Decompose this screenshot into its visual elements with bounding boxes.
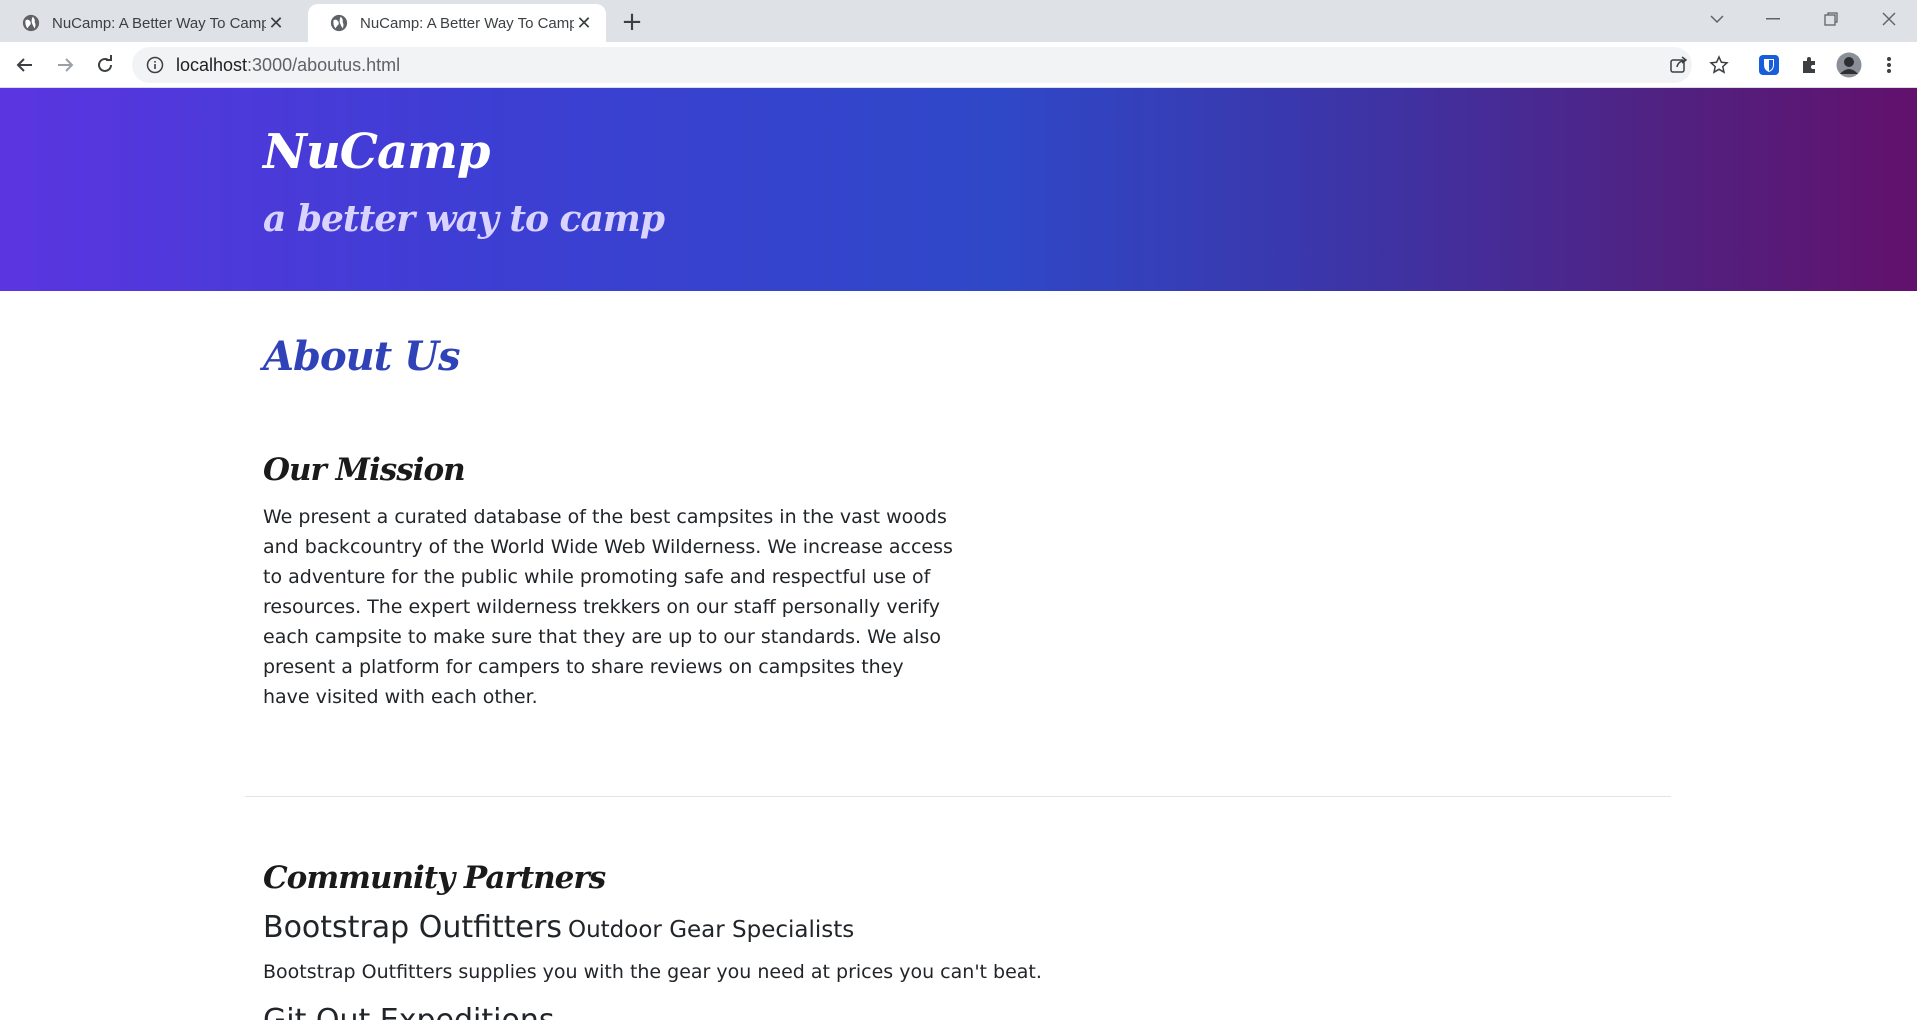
mission-heading: Our Mission (263, 452, 466, 488)
section-divider (245, 796, 1671, 797)
restore-icon[interactable] (1816, 6, 1846, 32)
header-jumbotron: NuCamp a better way to camp (0, 88, 1917, 291)
reload-icon[interactable] (90, 50, 120, 80)
browser-tab-strip: NuCamp: A Better Way To Camp ✕ NuCamp: A… (0, 0, 1917, 42)
bitwarden-extension-icon[interactable] (1756, 52, 1782, 78)
partners-heading: Community Partners (263, 860, 606, 896)
mission-paragraph: We present a curated database of the bes… (263, 506, 953, 708)
tab-title: NuCamp: A Better Way To Camp (360, 14, 574, 32)
partner-tagline: Outdoor Gear Specialists (567, 917, 855, 943)
menu-icon[interactable] (1876, 52, 1902, 78)
address-path: :3000/aboutus.html (247, 54, 401, 75)
partner-heading: Bootstrap Outfitters Outdoor Gear Special… (263, 910, 854, 945)
address-bar[interactable]: localhost:3000/aboutus.html (132, 47, 1692, 83)
extensions-icon[interactable] (1796, 52, 1822, 78)
tab-title: NuCamp: A Better Way To Camp (52, 14, 266, 32)
bookmark-star-icon[interactable] (1706, 52, 1732, 78)
brand-title: NuCamp (263, 124, 490, 180)
partner-name: Bootstrap Outfitters (263, 910, 562, 945)
browser-tab-active[interactable]: NuCamp: A Better Way To Camp ✕ (308, 4, 606, 42)
partner-description: Bootstrap Outfitters supplies you with t… (263, 961, 1042, 983)
browser-tab[interactable]: NuCamp: A Better Way To Camp ✕ (0, 4, 298, 42)
minimize-icon[interactable] (1758, 6, 1788, 32)
share-icon[interactable] (1666, 52, 1692, 78)
back-icon[interactable] (10, 50, 40, 80)
info-icon[interactable] (146, 56, 164, 74)
page-viewport: NuCamp a better way to camp About Us Our… (0, 88, 1917, 1020)
close-icon[interactable]: ✕ (266, 13, 286, 33)
forward-icon[interactable] (50, 50, 80, 80)
address-host: localhost (176, 54, 248, 75)
tab-search-icon[interactable] (1702, 6, 1732, 32)
page-title: About Us (263, 333, 461, 380)
globe-icon (330, 14, 348, 32)
new-tab-button[interactable]: + (618, 7, 646, 37)
close-window-icon[interactable] (1874, 6, 1904, 32)
close-icon[interactable]: ✕ (574, 13, 594, 33)
partner-name: Git Out Expeditions (263, 1003, 555, 1020)
browser-toolbar: localhost:3000/aboutus.html (0, 42, 1917, 88)
globe-icon (22, 14, 40, 32)
brand-tagline: a better way to camp (263, 198, 665, 240)
avatar[interactable] (1836, 52, 1862, 78)
